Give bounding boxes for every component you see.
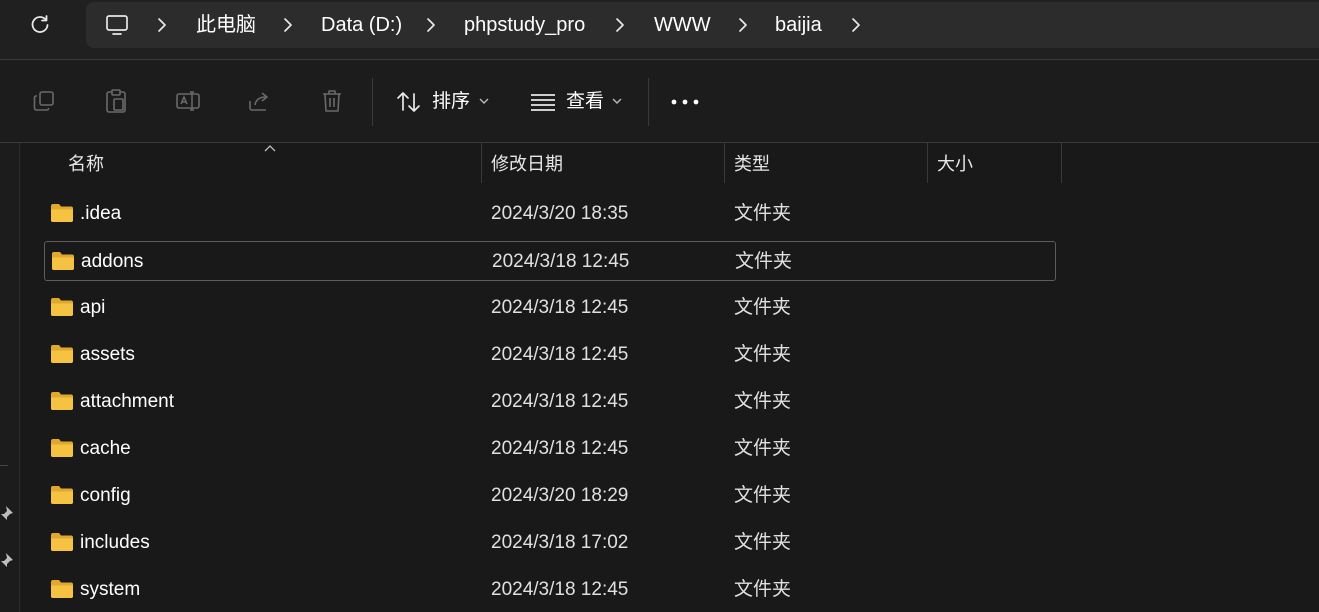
paste-icon xyxy=(106,89,126,113)
chevron-right-icon[interactable] xyxy=(613,17,627,33)
computer-icon[interactable] xyxy=(105,13,129,37)
file-name[interactable]: includes xyxy=(80,523,150,563)
file-type: 文件夹 xyxy=(735,251,793,272)
pin-icon[interactable] xyxy=(0,505,14,521)
toolbar-separator xyxy=(648,78,649,126)
share-icon xyxy=(249,92,268,111)
breadcrumb-phpstudy-pro[interactable]: phpstudy_pro xyxy=(464,2,585,48)
more-button[interactable] xyxy=(666,88,704,116)
file-modified: 2024/3/18 12:45 xyxy=(491,579,629,600)
file-name[interactable]: cache xyxy=(80,429,131,469)
file-modified: 2024/3/18 12:45 xyxy=(491,344,629,365)
file-name[interactable]: system xyxy=(80,570,140,610)
sort-icon xyxy=(397,92,420,112)
file-name[interactable]: config xyxy=(80,476,131,516)
sort-ascending-icon xyxy=(264,145,276,152)
chevron-right-icon[interactable] xyxy=(736,17,750,33)
file-modified: 2024/3/18 12:45 xyxy=(491,297,629,318)
file-modified: 2024/3/18 17:02 xyxy=(491,532,629,553)
breadcrumb-www[interactable]: WWW xyxy=(654,2,711,48)
chevron-down-icon[interactable] xyxy=(479,97,489,105)
file-modified: 2024/3/18 12:45 xyxy=(491,391,629,412)
column-separator[interactable] xyxy=(724,143,725,183)
trash-icon xyxy=(323,90,341,112)
folder-icon xyxy=(51,392,73,410)
column-separator[interactable] xyxy=(1061,143,1062,183)
file-row[interactable]: system 2024/3/18 12:45 文件夹 xyxy=(44,570,1056,610)
chevron-right-icon[interactable] xyxy=(849,17,863,33)
chevron-right-icon[interactable] xyxy=(424,17,438,33)
file-modified: 2024/3/20 18:35 xyxy=(491,203,629,224)
title-bar: 此电脑 Data (D:) phpstudy_pro WWW baijia xyxy=(0,0,1319,59)
chevron-right-icon[interactable] xyxy=(281,17,295,33)
folder-icon xyxy=(51,345,73,363)
file-row[interactable]: api 2024/3/18 12:45 文件夹 xyxy=(44,288,1056,328)
file-type: 文件夹 xyxy=(734,438,792,459)
share-button[interactable] xyxy=(247,86,273,116)
file-name[interactable]: addons xyxy=(81,242,143,282)
breadcrumb-this-pc[interactable]: 此电脑 xyxy=(196,2,256,48)
file-row[interactable]: cache 2024/3/18 12:45 文件夹 xyxy=(44,429,1056,469)
file-modified: 2024/3/20 18:29 xyxy=(491,485,629,506)
copy-button[interactable] xyxy=(31,86,57,116)
folder-icon xyxy=(51,486,73,504)
file-row[interactable]: .idea 2024/3/20 18:35 文件夹 xyxy=(44,194,1056,234)
view-label[interactable]: 查看 xyxy=(566,90,604,114)
breadcrumb-baijia[interactable]: baijia xyxy=(775,2,822,48)
file-row[interactable]: assets 2024/3/18 12:45 文件夹 xyxy=(44,335,1056,375)
file-type: 文件夹 xyxy=(734,297,792,318)
delete-button[interactable] xyxy=(319,86,345,116)
file-type: 文件夹 xyxy=(734,485,792,506)
command-bar: 排序 查看 xyxy=(0,60,1319,142)
paste-button[interactable] xyxy=(103,86,129,116)
column-size[interactable]: 大小 xyxy=(937,143,973,185)
rename-button[interactable] xyxy=(175,86,201,116)
file-modified: 2024/3/18 12:45 xyxy=(491,438,629,459)
pin-icon[interactable] xyxy=(0,552,14,568)
column-separator[interactable] xyxy=(927,143,928,183)
refresh-icon xyxy=(31,15,49,33)
rename-icon xyxy=(176,91,200,111)
breadcrumb-data-drive[interactable]: Data (D:) xyxy=(321,2,402,48)
chevron-right-icon[interactable] xyxy=(155,17,169,33)
file-type: 文件夹 xyxy=(734,344,792,365)
folder-icon xyxy=(51,298,73,316)
file-row[interactable]: addons 2024/3/18 12:45 文件夹 xyxy=(44,241,1056,281)
column-separator[interactable] xyxy=(481,143,482,183)
folder-icon xyxy=(51,439,73,457)
file-type: 文件夹 xyxy=(734,391,792,412)
toolbar-separator xyxy=(372,78,373,126)
sort-label[interactable]: 排序 xyxy=(432,90,470,114)
folder-icon xyxy=(51,580,73,598)
column-modified[interactable]: 修改日期 xyxy=(491,143,563,185)
folder-icon xyxy=(51,204,73,222)
file-modified: 2024/3/18 12:45 xyxy=(492,251,630,272)
column-header: 名称 修改日期 类型 大小 xyxy=(20,143,1319,185)
file-name[interactable]: attachment xyxy=(80,382,174,422)
file-type: 文件夹 xyxy=(734,579,792,600)
copy-icon xyxy=(33,91,54,111)
refresh-button[interactable] xyxy=(28,12,52,38)
address-bar[interactable]: 此电脑 Data (D:) phpstudy_pro WWW baijia xyxy=(86,2,1319,48)
file-row[interactable]: config 2024/3/20 18:29 文件夹 xyxy=(44,476,1056,516)
chevron-down-icon[interactable] xyxy=(612,97,622,105)
nav-divider xyxy=(0,465,8,466)
file-type: 文件夹 xyxy=(734,532,792,553)
file-name[interactable]: .idea xyxy=(80,194,121,234)
folder-icon xyxy=(51,533,73,551)
file-name[interactable]: assets xyxy=(80,335,135,375)
file-name[interactable]: api xyxy=(80,288,105,328)
file-row[interactable]: attachment 2024/3/18 12:45 文件夹 xyxy=(44,382,1056,422)
column-type[interactable]: 类型 xyxy=(734,143,770,185)
column-name[interactable]: 名称 xyxy=(68,143,104,185)
folder-icon xyxy=(52,252,74,270)
file-type: 文件夹 xyxy=(734,203,792,224)
view-list-icon xyxy=(531,94,555,111)
navigation-pane[interactable] xyxy=(0,143,20,612)
more-dots-icon xyxy=(671,99,699,105)
file-row[interactable]: includes 2024/3/18 17:02 文件夹 xyxy=(44,523,1056,563)
